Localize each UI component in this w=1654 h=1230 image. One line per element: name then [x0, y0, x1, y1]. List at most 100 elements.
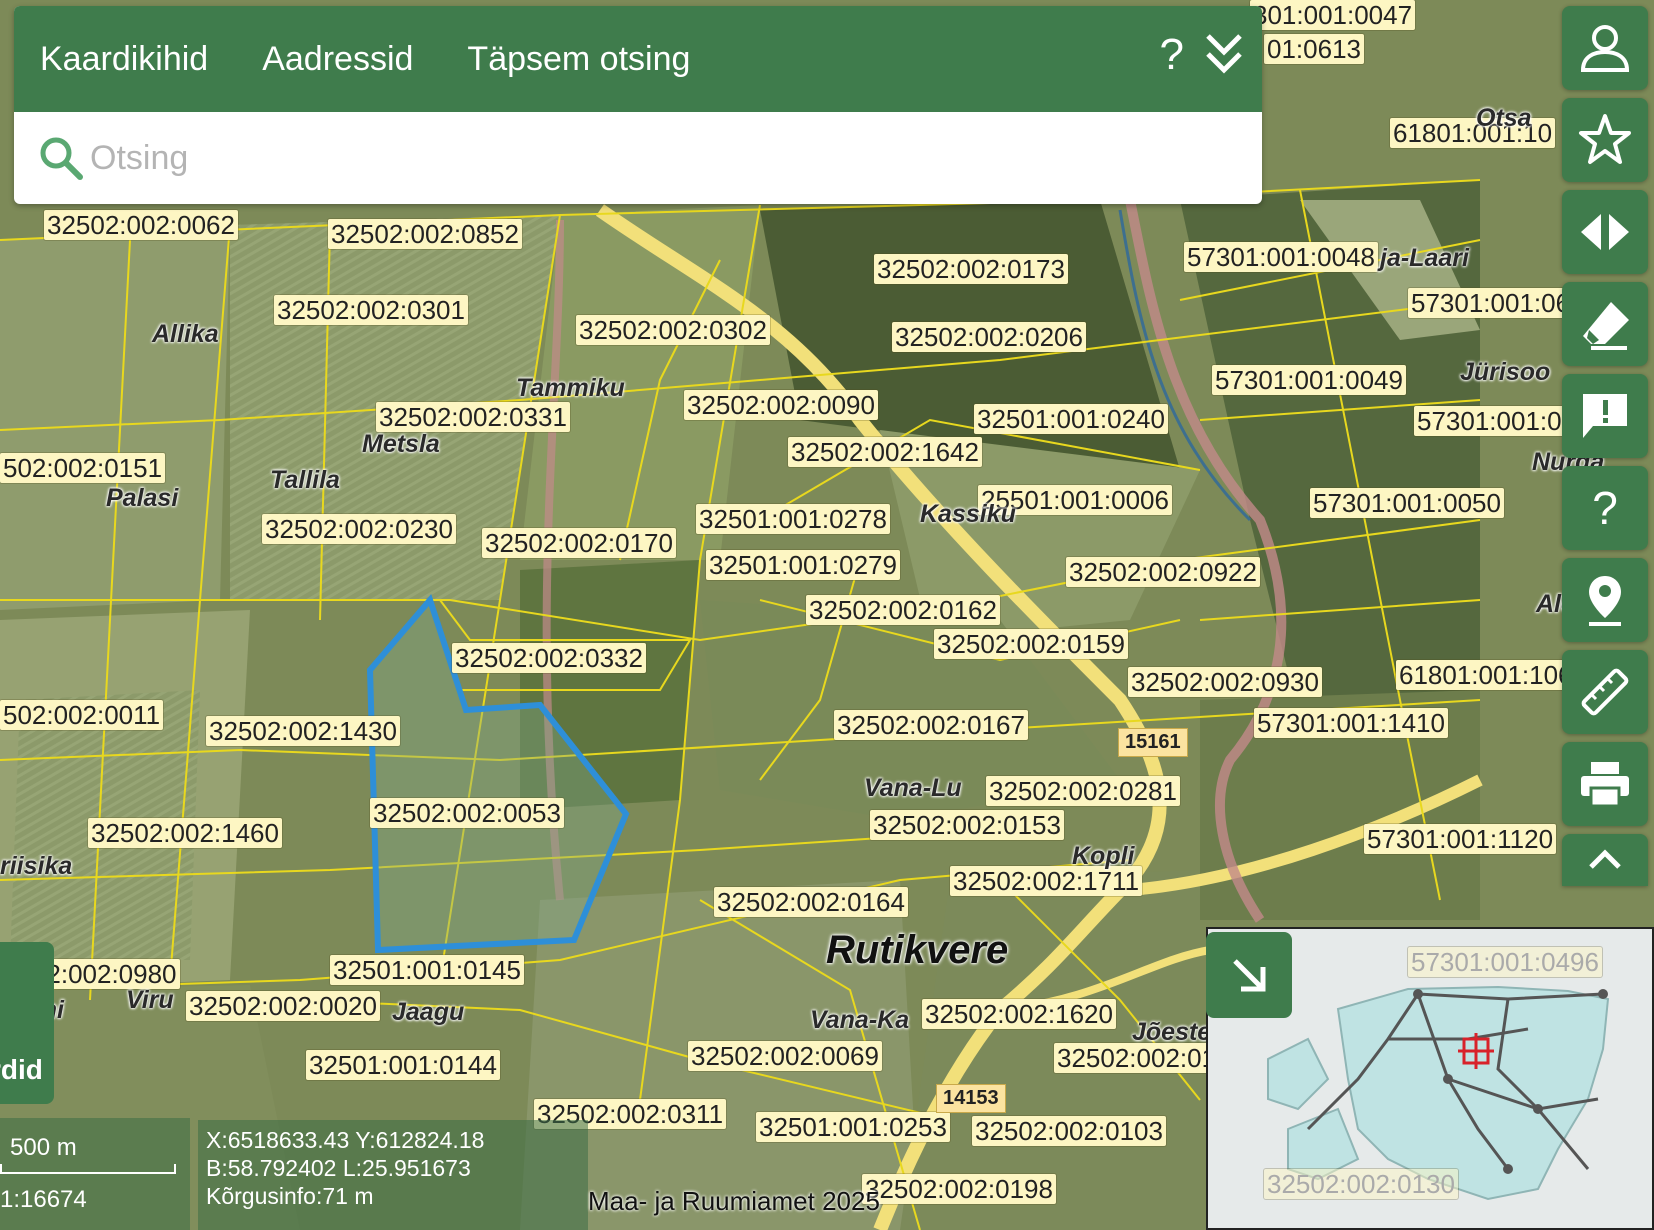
parcel-label[interactable]: 301:001:0047 [1250, 0, 1416, 30]
print-icon [1581, 762, 1629, 808]
map-attribution: Maa- ja Ruumiamet 2025 [588, 1186, 880, 1216]
parcel-label[interactable]: 32501:001:0279 [706, 550, 900, 580]
search-icon [40, 137, 83, 180]
double-chevron-down-icon [1206, 34, 1242, 74]
parcel-label[interactable]: 32502:002:0281 [986, 776, 1180, 806]
parcel-label[interactable]: 32502:002:0331 [376, 402, 570, 432]
parcel-label[interactable]: 32502:002:0069 [688, 1041, 882, 1071]
parcel-label[interactable]: 32501:001:0240 [974, 404, 1168, 434]
arrow-down-right-icon [1233, 959, 1266, 992]
tab-addresses[interactable]: Aadressid [262, 40, 413, 79]
parcel-label[interactable]: 32502:002:0159 [934, 629, 1128, 659]
coords-height: Kõrgusinfo:71 m [206, 1183, 374, 1209]
collapse-toolbar-button[interactable] [1562, 834, 1648, 886]
tab-advanced-search[interactable]: Täpsem otsing [467, 40, 690, 79]
parcel-label[interactable]: 32502:002:0922 [1066, 557, 1260, 587]
parcel-label[interactable]: 32501:001:0144 [306, 1050, 500, 1080]
parcel-label[interactable]: 57301:001:0048 [1184, 242, 1378, 272]
help-icon: ? [1592, 482, 1618, 534]
parcel-label[interactable]: 32502:002:0852 [328, 219, 522, 249]
left-panel-tab[interactable]: rdid [0, 942, 54, 1104]
place-name: Jaagu [392, 998, 465, 1026]
road-number-badge: 14153 [936, 1084, 1006, 1113]
scale-indicator: 500 m 1:16674 [0, 1118, 190, 1230]
place-name: Otsa [1476, 104, 1532, 132]
parcel-label[interactable]: 32502:002:0930 [1128, 667, 1322, 697]
place-name: Jõeste [1132, 1018, 1212, 1046]
parcel-label[interactable]: 502:002:0151 [0, 453, 166, 483]
parcel-label[interactable]: 57301:001:1120 [1364, 824, 1557, 854]
town-name: Rutikvere [826, 928, 1009, 972]
parcel-label[interactable]: 32502:002:0230 [262, 514, 456, 544]
parcel-label[interactable]: 57301:001:0050 [1310, 488, 1504, 518]
parcel-label[interactable]: 32502:002:0103 [972, 1116, 1166, 1146]
help-button[interactable]: ? [1160, 30, 1184, 80]
minimap-toggle-button[interactable] [1206, 932, 1292, 1018]
parcel-label[interactable]: 57301:001:1410 [1254, 708, 1448, 738]
compare-icon [1581, 214, 1629, 250]
parcel-label[interactable]: 01:0613 [1264, 34, 1364, 64]
tab-map-layers[interactable]: Kaardikihid [40, 40, 208, 79]
parcel-label[interactable]: 32502:002:1430 [206, 716, 400, 746]
search-panel: Kaardikihid Aadressid Täpsem otsing ? [14, 6, 1262, 204]
parcel-label[interactable]: 32502:002:0302 [576, 315, 770, 345]
parcel-label[interactable]: 32502:002:0164 [714, 887, 908, 917]
user-button[interactable] [1562, 6, 1648, 90]
scale-bar [0, 1164, 176, 1174]
collapse-panel-button[interactable] [1204, 32, 1244, 81]
location-icon [1589, 576, 1621, 626]
chevron-up-icon [1589, 849, 1621, 869]
parcel-label[interactable]: 32502:002:0090 [684, 390, 878, 420]
coords-xy: X:6518633.43 Y:612824.18 [206, 1127, 485, 1153]
parcel-label[interactable]: 61801:001:1065 [1396, 660, 1590, 690]
road-number-badge: 15161 [1118, 728, 1188, 757]
parcel-label[interactable]: 32502:002:0301 [274, 295, 468, 325]
ruler-icon [1581, 668, 1629, 716]
place-name: Metsla [362, 430, 440, 458]
place-name: ja-Laari [1380, 244, 1469, 272]
measure-button[interactable] [1562, 650, 1648, 734]
minimap-parcel-label: 32502:002:0130 [1264, 1169, 1458, 1199]
compare-button[interactable] [1562, 190, 1648, 274]
parcel-label[interactable]: 32501:001:0278 [696, 504, 890, 534]
parcel-label[interactable]: 502:002:0011 [0, 700, 164, 730]
parcel-label[interactable]: 32502:002:0020 [186, 991, 380, 1021]
eraser-icon [1583, 302, 1629, 350]
feedback-button[interactable] [1562, 374, 1648, 458]
parcel-label[interactable]: 32502:002:0153 [870, 810, 1064, 840]
coordinate-readout: X:6518633.43 Y:612824.18 B:58.792402 L:2… [198, 1120, 588, 1230]
search-row [14, 112, 1262, 204]
parcel-label[interactable]: 57301:001:06 [1408, 288, 1574, 318]
parcel-label[interactable]: 32502:002:0332 [452, 643, 646, 673]
parcel-label[interactable]: 32502:002:0198 [862, 1174, 1056, 1204]
parcel-label[interactable]: 32502:002:0206 [892, 322, 1086, 352]
parcel-label[interactable]: 57301:001:0049 [1212, 365, 1406, 395]
help-toolbar-button[interactable]: ? [1562, 466, 1648, 550]
current-location-marker-icon [1458, 1033, 1494, 1069]
place-name: Vana-Ka [810, 1006, 910, 1034]
parcel-label[interactable]: 57301:001:0 [1414, 406, 1565, 436]
place-name: Allika [152, 320, 219, 348]
parcel-label[interactable]: 32501:001:0145 [330, 955, 524, 985]
location-button[interactable] [1562, 558, 1648, 642]
place-name: Kopli [1072, 842, 1135, 870]
parcel-label[interactable]: 32502:002:0162 [806, 595, 1000, 625]
favorites-button[interactable] [1562, 98, 1648, 182]
parcel-label[interactable]: 32502:002:1642 [788, 437, 982, 467]
parcel-label[interactable]: 32502:002:0053 [370, 798, 564, 828]
parcel-label[interactable]: 32502:002:0062 [44, 210, 238, 240]
parcel-label[interactable]: 32502:002:0173 [874, 254, 1068, 284]
search-input[interactable] [90, 138, 1190, 178]
parcel-label[interactable]: 32501:001:0253 [756, 1112, 950, 1142]
left-panel-tab-label: rdid [0, 1054, 43, 1085]
print-button[interactable] [1562, 742, 1648, 826]
parcel-label[interactable]: 32502:002:1460 [88, 818, 282, 848]
place-name: Palasi [106, 484, 179, 512]
parcel-label[interactable]: 32502:002:1620 [922, 999, 1116, 1029]
place-name: Vana-Lu [864, 774, 962, 802]
scale-distance: 500 m [10, 1134, 77, 1161]
eraser-button[interactable] [1562, 282, 1648, 366]
parcel-label[interactable]: 32502:002:0170 [482, 528, 676, 558]
parcel-label[interactable]: 32502:002:0167 [834, 710, 1028, 740]
place-name: Viru [126, 986, 174, 1014]
